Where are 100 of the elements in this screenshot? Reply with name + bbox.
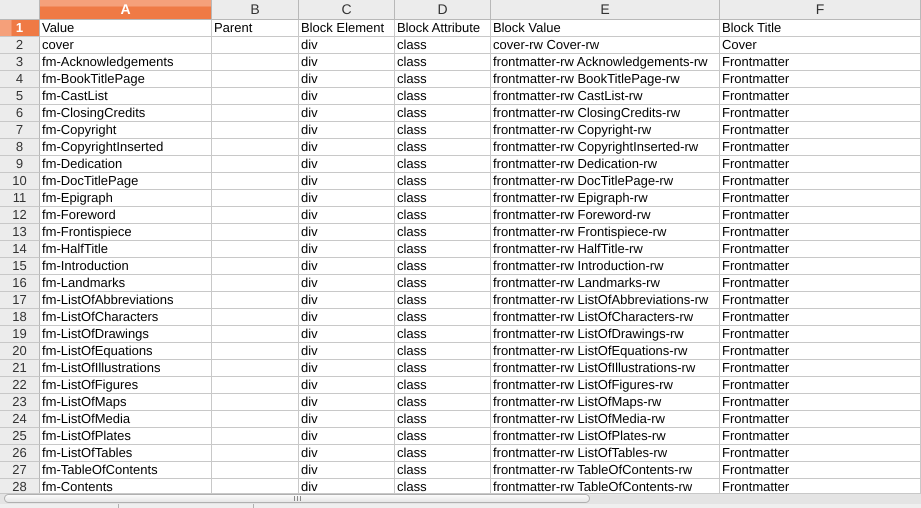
table-cell: class (395, 122, 491, 139)
table-cell: frontmatter-rw BookTitlePage-rw (491, 71, 720, 88)
row-header[interactable]: 3 (0, 54, 40, 71)
table-cell: div (299, 54, 395, 71)
row-header[interactable]: 24 (0, 411, 40, 428)
row-header[interactable]: 9 (0, 156, 40, 173)
table-cell: Frontmatter (720, 309, 921, 326)
row-header[interactable]: 13 (0, 224, 40, 241)
table-cell: class (395, 88, 491, 105)
row-header[interactable]: 26 (0, 445, 40, 462)
row-header[interactable]: 20 (0, 343, 40, 360)
table-cell: Frontmatter (720, 241, 921, 258)
table-cell: fm-Acknowledgements (40, 54, 212, 71)
row-header[interactable]: 19 (0, 326, 40, 343)
table-cell: fm-Epigraph (40, 190, 212, 207)
table-cell: fm-HalfTitle (40, 241, 212, 258)
table-cell: frontmatter-rw Epigraph-rw (491, 190, 720, 207)
table-cell: Frontmatter (720, 88, 921, 105)
table-cell: Frontmatter (720, 156, 921, 173)
table-cell: frontmatter-rw ListOfFigures-rw (491, 377, 720, 394)
table-cell: Frontmatter (720, 462, 921, 479)
table-cell: Frontmatter (720, 122, 921, 139)
table-cell: div (299, 445, 395, 462)
table-cell: class (395, 445, 491, 462)
table-cell: div (299, 207, 395, 224)
table-cell: div (299, 309, 395, 326)
table-cell: frontmatter-rw ListOfPlates-rw (491, 428, 720, 445)
table-cell: Block Title (720, 20, 921, 37)
row-header[interactable]: 2 (0, 37, 40, 54)
row-header[interactable]: 6 (0, 105, 40, 122)
row-header[interactable]: 5 (0, 88, 40, 105)
table-cell: fm-CastList (40, 88, 212, 105)
table-cell: Frontmatter (720, 54, 921, 71)
table-cell: frontmatter-rw CopyrightInserted-rw (491, 139, 720, 156)
table-cell: frontmatter-rw ListOfAbbreviations-rw (491, 292, 720, 309)
row-header[interactable]: 25 (0, 428, 40, 445)
column-header[interactable]: C (299, 0, 395, 20)
row-header[interactable]: 8 (0, 139, 40, 156)
table-cell: frontmatter-rw Acknowledgements-rw (491, 54, 720, 71)
table-cell: Frontmatter (720, 71, 921, 88)
table-cell: frontmatter-rw Copyright-rw (491, 122, 720, 139)
column-header[interactable]: B (212, 0, 299, 20)
table-cell: div (299, 173, 395, 190)
row-header[interactable]: 23 (0, 394, 40, 411)
row-header[interactable]: 12 (0, 207, 40, 224)
table-cell: fm-ListOfTables (40, 445, 212, 462)
row-header[interactable]: 18 (0, 309, 40, 326)
table-cell: frontmatter-rw ListOfIllustrations-rw (491, 360, 720, 377)
table-cell: frontmatter-rw ListOfEquations-rw (491, 343, 720, 360)
table-cell: class (395, 462, 491, 479)
table-cell: frontmatter-rw ListOfTables-rw (491, 445, 720, 462)
table-cell: class (395, 190, 491, 207)
table-cell: class (395, 394, 491, 411)
table-cell: class (395, 275, 491, 292)
table-cell: fm-ClosingCredits (40, 105, 212, 122)
column-header[interactable]: F (720, 0, 921, 20)
table-cell: fm-CopyrightInserted (40, 139, 212, 156)
table-cell: fm-Foreword (40, 207, 212, 224)
column-header[interactable]: E (491, 0, 720, 20)
row-header[interactable]: 7 (0, 122, 40, 139)
table-cell: class (395, 377, 491, 394)
table-cell: fm-Dedication (40, 156, 212, 173)
table-cell: div (299, 360, 395, 377)
row-header[interactable]: 27 (0, 462, 40, 479)
row-header[interactable]: 14 (0, 241, 40, 258)
row-header[interactable]: 16 (0, 275, 40, 292)
table-cell: frontmatter-rw Foreword-rw (491, 207, 720, 224)
table-cell: div (299, 88, 395, 105)
row-header[interactable]: 22 (0, 377, 40, 394)
scrollbar-thumb[interactable] (4, 494, 590, 503)
table-cell: div (299, 411, 395, 428)
table-cell: div (299, 258, 395, 275)
table-cell: Value (40, 20, 212, 37)
table-cell: Block Element (299, 20, 395, 37)
row-header[interactable]: 10 (0, 173, 40, 190)
row-header[interactable]: 28 (0, 479, 40, 493)
row-header[interactable]: 17 (0, 292, 40, 309)
table-cell: class (395, 173, 491, 190)
table-cell: Frontmatter (720, 275, 921, 292)
row-header[interactable]: 4 (0, 71, 40, 88)
select-all-corner[interactable] (0, 0, 40, 20)
table-cell: fm-Frontispiece (40, 224, 212, 241)
table-cell: fm-TableOfContents (40, 462, 212, 479)
horizontal-scrollbar[interactable] (0, 493, 921, 504)
table-cell: Frontmatter (720, 360, 921, 377)
table-cell: frontmatter-rw Landmarks-rw (491, 275, 720, 292)
column-header[interactable]: D (395, 0, 491, 20)
spreadsheet-grid[interactable] (0, 0, 921, 493)
table-cell: class (395, 258, 491, 275)
row-header[interactable]: 11 (0, 190, 40, 207)
row-header[interactable]: 15 (0, 258, 40, 275)
table-cell: fm-ListOfMaps (40, 394, 212, 411)
table-cell: Parent (212, 20, 299, 37)
table-cell: fm-ListOfCharacters (40, 309, 212, 326)
table-cell: fm-ListOfEquations (40, 343, 212, 360)
row-header[interactable]: 21 (0, 360, 40, 377)
table-cell: div (299, 139, 395, 156)
table-cell: class (395, 139, 491, 156)
table-cell: class (395, 428, 491, 445)
table-cell: cover (40, 37, 212, 54)
